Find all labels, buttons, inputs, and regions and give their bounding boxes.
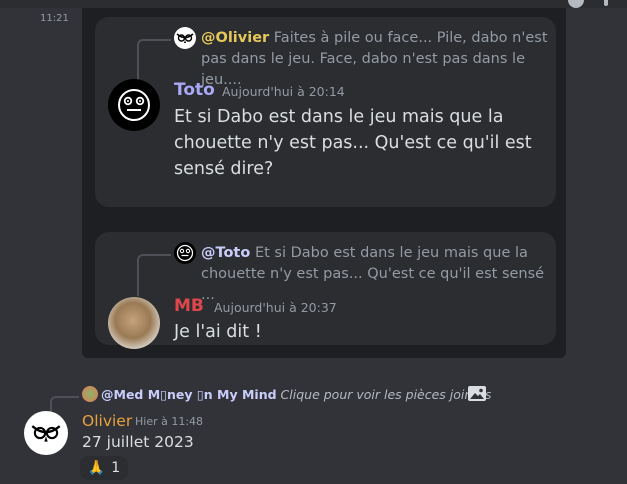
- reply-preview[interactable]: @Med M▯ney ▯n My Mind Clique pour voir l…: [101, 387, 491, 402]
- reply-line-2: pas dans le jeu. Face, dabo n'est pas da…: [201, 51, 525, 88]
- author-name[interactable]: Toto: [174, 80, 215, 100]
- top-bar: [0, 0, 627, 8]
- reply-preview[interactable]: @Olivier Faites à pile ou face... Pile, …: [201, 28, 551, 91]
- smiley-icon: [118, 89, 150, 121]
- reply-line-1: Et si Dabo est dans le jeu mais que la: [254, 245, 528, 261]
- reaction-button[interactable]: 🙏 1: [80, 456, 128, 480]
- hover-timestamp: 11:21: [40, 13, 69, 24]
- avatar[interactable]: [24, 411, 68, 455]
- reply-line-2: chouette n'y est pas... Qu'est ce qu'il …: [201, 266, 545, 303]
- reply-author-mention[interactable]: @Olivier: [201, 30, 269, 46]
- reply-preview[interactable]: @Toto Et si Dabo est dans le jeu mais qu…: [201, 243, 551, 306]
- author-name[interactable]: MB: [174, 296, 204, 316]
- message-body: Et si Dabo est dans le jeu mais que la c…: [174, 107, 532, 179]
- reply-line-1: Faites à pile ou face... Pile, dabo n'es…: [273, 30, 548, 46]
- message-timestamp: Aujourd'hui à 20:14: [222, 84, 345, 99]
- reply-spine: [137, 39, 171, 81]
- avatar[interactable]: [108, 79, 160, 131]
- message-timestamp: Aujourd'hui à 20:37: [214, 300, 337, 315]
- folded-hands-emoji: 🙏: [87, 460, 106, 476]
- attachment-hint: Clique pour voir les pièces jointes: [280, 387, 492, 402]
- message-timestamp: Hier à 11:48: [135, 415, 204, 428]
- message-body: Je l'ai dit !: [174, 322, 262, 342]
- image-icon: [468, 386, 486, 401]
- top-control-icon[interactable]: [568, 0, 584, 8]
- reply-author-mention[interactable]: @Med M▯ney ▯n My Mind: [101, 387, 277, 402]
- reaction-count: 1: [111, 460, 121, 476]
- author-name[interactable]: Olivier: [82, 412, 132, 430]
- message-body: 27 juillet 2023: [82, 433, 194, 451]
- avatar[interactable]: [108, 297, 160, 349]
- reply-author-mention[interactable]: @Toto: [201, 245, 250, 261]
- owl-icon: [31, 425, 61, 442]
- owl-icon: [174, 27, 196, 49]
- smiley-icon: [174, 242, 196, 264]
- reply-spine: [137, 254, 171, 296]
- reply-avatar: [82, 386, 98, 402]
- top-control-icon-2[interactable]: [604, 0, 608, 6]
